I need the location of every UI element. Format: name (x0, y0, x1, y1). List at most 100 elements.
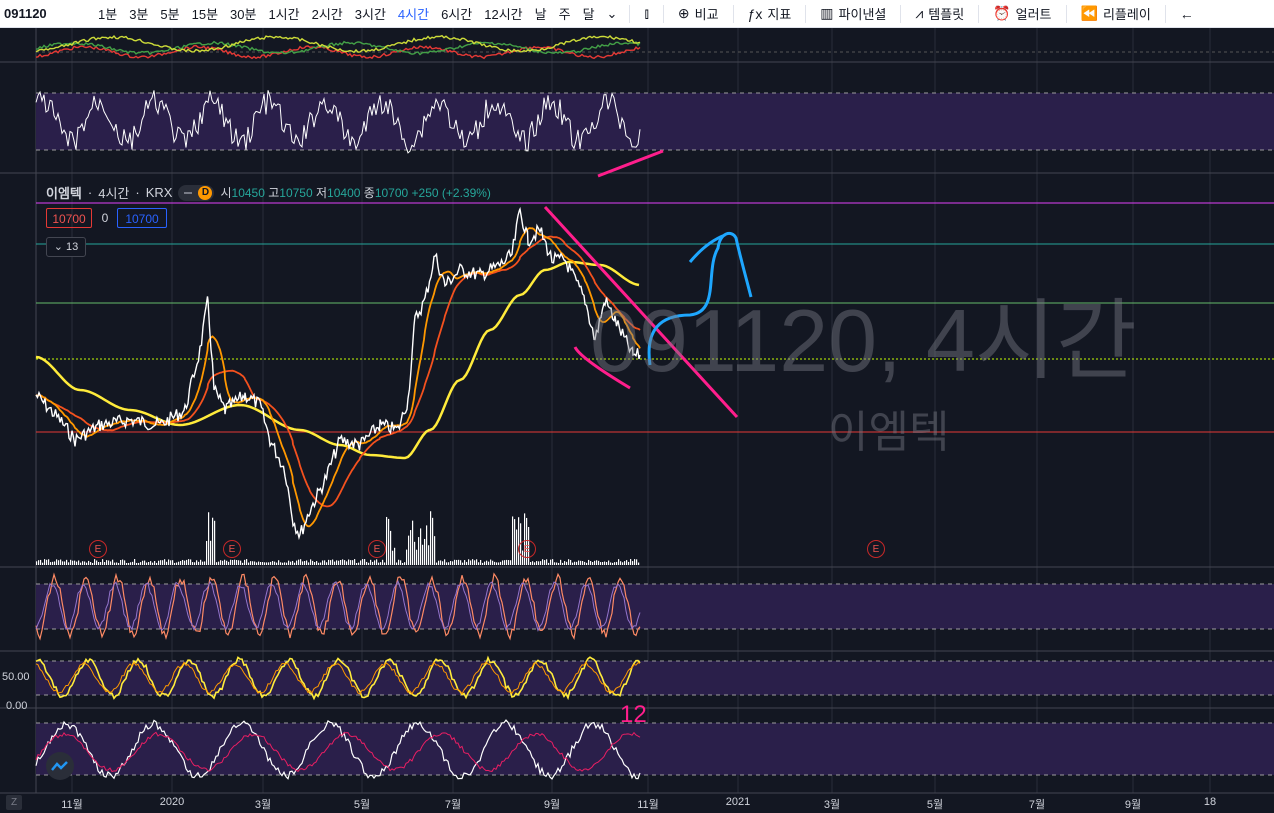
time-axis-tick: 11월 (61, 799, 83, 811)
data-status-pill[interactable]: D (178, 184, 215, 201)
time-axis-tick: 9월 (543, 799, 561, 811)
change-value: +250 (+2.39%) (411, 186, 491, 200)
indicator-count: 13 (66, 241, 79, 253)
divider (1065, 4, 1067, 23)
undo-button[interactable]: ← (1172, 6, 1202, 22)
time-axis-tick: 3월 (823, 799, 841, 811)
high-label: 고 (268, 186, 280, 200)
divider (805, 4, 807, 23)
earnings-badge[interactable]: E (867, 540, 885, 558)
watermark-symbol: 091120, 4시간 (590, 291, 1137, 390)
chevron-down-icon[interactable]: ⌄ (601, 6, 624, 22)
legend-exchange: KRX (145, 185, 173, 200)
moving-average-yellow (35, 260, 640, 460)
legend-interval: 4시간 (98, 186, 130, 201)
indicators-label: 지표 (767, 7, 792, 22)
plus-circle-icon: ⊕ (677, 5, 690, 21)
high-value: 10750 (279, 186, 313, 200)
template-icon: ⩘ (915, 5, 924, 21)
spread-value: 0 (101, 211, 109, 225)
chevron-down-icon: ⌄ (53, 241, 67, 253)
top-toolbar: 091120 1분 3분 5분 15분 30분 1시간 2시간 3시간 4시간 6시간 12시간 날 주… (0, 0, 1274, 28)
arrow-left-icon: ← (1179, 5, 1194, 22)
axis-label-0: 0.00 (6, 700, 28, 712)
interval-11[interactable]: 날 (529, 4, 553, 23)
time-axis-tick: 7월 (1028, 799, 1046, 811)
time-axis-tick: 5월 (926, 799, 944, 811)
compare-label: 비교 (694, 7, 719, 22)
pink-rsi-stroke (597, 149, 664, 178)
tradingview-logo-icon (46, 752, 74, 780)
divider (900, 4, 902, 23)
interval-13[interactable]: 달 (577, 4, 601, 23)
earnings-badge[interactable]: E (518, 540, 536, 558)
templates-label: 템플릿 (928, 7, 965, 22)
function-icon: ƒx (747, 5, 763, 22)
divider (1164, 4, 1166, 23)
candle-type-button[interactable]: ⫾ (636, 5, 656, 22)
divider (629, 4, 631, 23)
financials-label: 파이낸셜 (838, 7, 887, 22)
chart-canvas[interactable]: 12 (0, 28, 1274, 813)
interval-3[interactable]: 15분 (186, 4, 224, 23)
moving-average-orange (35, 227, 641, 528)
bid-price-box[interactable]: 10700 (46, 208, 92, 228)
time-axis-tick: 2021 (725, 796, 751, 808)
ohlc-values: 시10450 고10750 저10400 종10700 +250 (+2.39%… (220, 184, 490, 201)
low-label: 저 (316, 186, 328, 200)
candlestick-icon: ⫾ (644, 5, 649, 21)
earnings-badge[interactable]: E (89, 540, 107, 558)
close-label: 종 (363, 186, 375, 200)
interval-list: 1분 3분 5분 15분 30분 1시간 2시간 3시간 4시간 6시간 12시간 날 주 달 (92, 4, 601, 23)
symbol-search[interactable]: 091120 (0, 6, 92, 21)
alarm-clock-icon: ⏰ (993, 5, 1011, 21)
interval-4[interactable]: 30분 (224, 4, 262, 23)
collapse-indicators-button[interactable]: ⌄ 13 (46, 237, 86, 257)
divider (662, 4, 664, 23)
time-axis-tick: 18 (1203, 796, 1217, 808)
interval-8[interactable]: 4시간 (392, 4, 435, 23)
interval-1[interactable]: 3분 (123, 4, 154, 23)
earnings-badge[interactable]: E (368, 540, 386, 558)
interval-2[interactable]: 5분 (154, 4, 185, 23)
open-value: 10450 (231, 186, 265, 200)
financials-button[interactable]: ▥ 파이낸셜 (812, 4, 894, 23)
volume-bars (36, 511, 640, 565)
ask-price-box[interactable]: 10700 (117, 208, 167, 228)
time-axis-tick: 5월 (353, 799, 371, 811)
replay-button[interactable]: ⏪ 리플레이 (1073, 4, 1159, 23)
price-line (35, 206, 641, 541)
interval-6[interactable]: 2시간 (306, 4, 349, 23)
templates-button[interactable]: ⩘ 템플릿 (907, 4, 972, 23)
alert-button[interactable]: ⏰ 얼러트 (985, 4, 1059, 23)
open-label: 시 (220, 186, 232, 200)
delayed-badge: D (198, 185, 213, 200)
watermark-name: 이엠텍 (828, 408, 950, 457)
top-oscillator-yellow (35, 34, 641, 54)
timezone-button[interactable]: Z (6, 795, 22, 810)
earnings-badge[interactable]: E (223, 540, 241, 558)
bar-chart-icon: ▥ (820, 5, 834, 21)
interval-12[interactable]: 주 (553, 4, 577, 23)
legend-separator: · (87, 185, 93, 200)
interval-5[interactable]: 1시간 (262, 4, 305, 23)
low-value: 10400 (327, 186, 361, 200)
divider (732, 4, 734, 23)
time-axis-tick: 7월 (444, 799, 462, 811)
indicators-button[interactable]: ƒx 지표 (740, 4, 800, 23)
time-axis-tick: 11월 (637, 799, 659, 811)
minus-icon (184, 191, 193, 194)
compare-button[interactable]: ⊕ 비교 (670, 4, 727, 23)
legend-separator: · (135, 185, 140, 200)
rsi-band (36, 93, 1274, 150)
interval-9[interactable]: 6시간 (435, 4, 478, 23)
axis-label-50: 50.00 (2, 671, 30, 683)
interval-7[interactable]: 3시간 (349, 4, 392, 23)
interval-0[interactable]: 1분 (92, 4, 123, 23)
bottom-osc-band (36, 723, 1274, 775)
time-axis-tick: 2020 (159, 796, 185, 808)
rewind-icon: ⏪ (1080, 5, 1098, 21)
interval-10[interactable]: 12시간 (478, 4, 528, 23)
symbol-legend[interactable]: 이엠텍 · 4시간 · KRX D 시10450 고10750 저10400 종… (46, 183, 491, 202)
time-axis-tick: 9월 (1124, 799, 1142, 811)
